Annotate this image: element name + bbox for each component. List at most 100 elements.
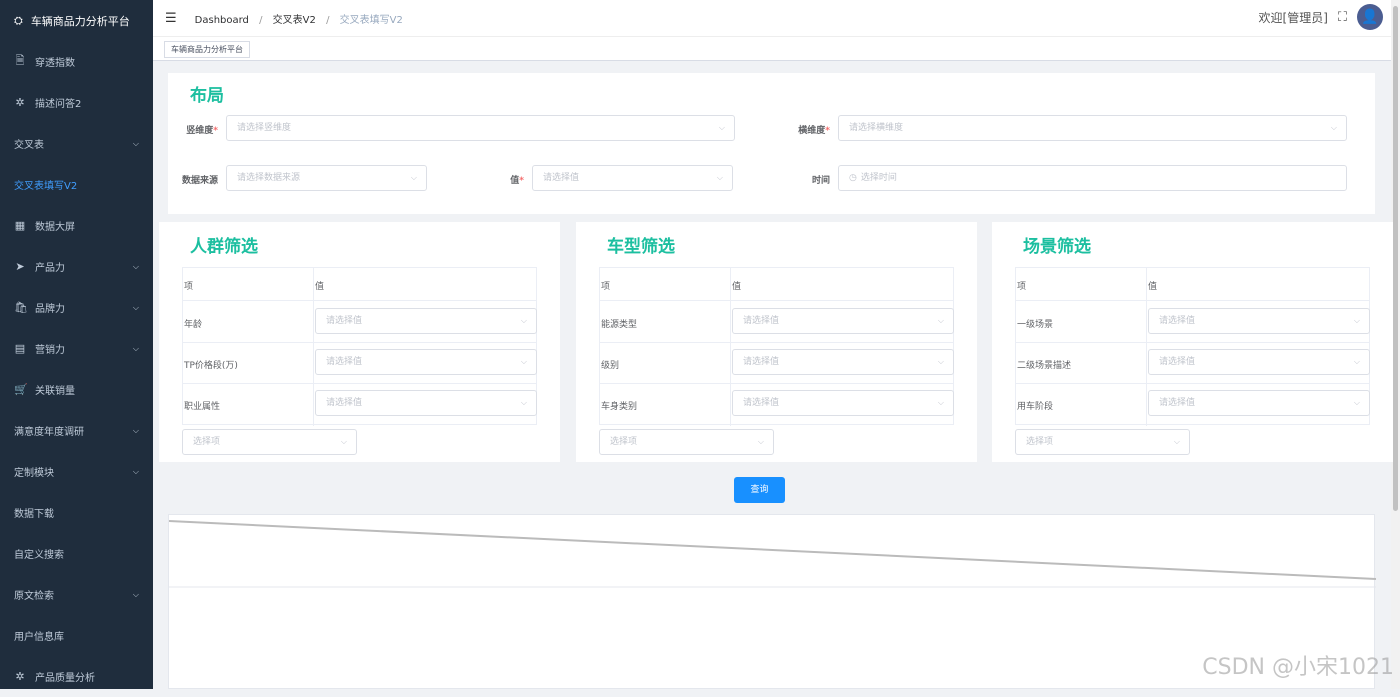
filter-table: 项值年龄请选择值⌵TP价格段(万)请选择值⌵职业属性请选择值⌵	[182, 267, 537, 425]
avatar[interactable]: 👤	[1357, 4, 1383, 30]
chevron-down-icon: ⌵	[521, 350, 527, 374]
filter-value-select[interactable]: 请选择值⌵	[1148, 308, 1370, 334]
chevron-down-icon: ⌵	[1354, 391, 1360, 415]
filter-value-select[interactable]: 请选择值⌵	[1148, 349, 1370, 375]
sidebar-item-0[interactable]: 🗎穿透指数	[0, 41, 153, 82]
sidebar-item-label: 数据大屏	[35, 218, 75, 233]
sidebar-item-label: 产品质量分析	[35, 669, 95, 684]
filter-value-select[interactable]: 请选择值⌵	[315, 349, 537, 375]
sidebar-item-label: 产品力	[35, 259, 65, 274]
breadcrumb: Dashboard / 交叉表V2 / 交叉表填写V2	[195, 11, 403, 26]
sidebar-item-5[interactable]: ➤产品力⌵	[0, 246, 153, 287]
add-item-select[interactable]: 选择项⌵	[1015, 429, 1190, 455]
layout-card: 布局 竖维度* 请选择竖维度⌵ 横维度* 请选择横维度⌵ 数据来源 请选择数据来…	[168, 73, 1375, 214]
sidebar-item-2[interactable]: 交叉表 ⌵	[0, 123, 153, 164]
filter-value-select[interactable]: 请选择值⌵	[732, 390, 954, 416]
time-picker[interactable]: ◷选择时间	[838, 165, 1347, 191]
sidebar-item-7[interactable]: ▤营销力⌵	[0, 328, 153, 369]
breadcrumb-crosstab[interactable]: 交叉表V2	[273, 15, 316, 26]
chevron-down-icon: ⌵	[758, 430, 764, 454]
clock-icon: ◷	[849, 173, 857, 183]
add-item-select[interactable]: 选择项⌵	[599, 429, 774, 455]
chevron-down-icon: ⌵	[133, 303, 139, 313]
sidebar-item-label: 原文检索	[14, 587, 54, 602]
filter-item-label: TP价格段(万)	[184, 358, 238, 371]
filter-item-label: 二级场景描述	[1017, 358, 1071, 371]
data-source-select[interactable]: 请选择数据来源⌵	[226, 165, 427, 191]
chevron-down-icon: ⌵	[133, 139, 139, 149]
chevron-down-icon: ⌵	[133, 590, 139, 600]
hamburger-icon[interactable]: ☰	[165, 11, 177, 26]
chevron-down-icon: ⌵	[133, 467, 139, 477]
grid-icon: ▦	[14, 219, 26, 232]
sidebar-item-label: 数据下载	[14, 505, 54, 520]
sidebar-item-10[interactable]: 定制模块 ⌵	[0, 451, 153, 492]
sidebar-item-3[interactable]: 交叉表填写V2	[0, 164, 153, 205]
sidebar-item-label: 满意度年度调研	[14, 423, 84, 438]
filter-value-select[interactable]: 请选择值⌵	[315, 390, 537, 416]
source-label: 数据来源	[168, 173, 218, 186]
sidebar-item-13[interactable]: 原文检索 ⌵	[0, 574, 153, 615]
sidebar-item-label: 营销力	[35, 341, 65, 356]
filter-table: 项值一级场景请选择值⌵二级场景描述请选择值⌵用车阶段请选择值⌵	[1015, 267, 1370, 425]
app-logo[interactable]: ⛭ 车辆商品力分析平台	[0, 0, 153, 41]
breadcrumb-current: 交叉表填写V2	[340, 15, 403, 26]
filter-item-label: 级别	[601, 358, 619, 371]
sidebar-item-15[interactable]: ✲产品质量分析	[0, 656, 153, 697]
chevron-down-icon: ⌵	[938, 350, 944, 374]
horizontal-dimension-select[interactable]: 请选择横维度⌵	[838, 115, 1347, 141]
sidebar-item-4[interactable]: ▦ 数据大屏	[0, 205, 153, 246]
filter-value-select[interactable]: 请选择值⌵	[732, 308, 954, 334]
col-item-header: 项	[184, 279, 193, 292]
filter-card-0: 人群筛选项值年龄请选择值⌵TP价格段(万)请选择值⌵职业属性请选择值⌵选择项⌵	[159, 222, 560, 462]
sidebar-item-12[interactable]: 自定义搜索	[0, 533, 153, 574]
sidebar-item-label: 自定义搜索	[14, 546, 64, 561]
filter-title: 场景筛选	[1023, 232, 1091, 257]
sidebar-item-label: 定制模块	[14, 464, 54, 479]
value-label: 值*	[468, 173, 524, 186]
sidebar-item-1[interactable]: ✲ 描述问答2	[0, 82, 153, 123]
filter-card-1: 车型筛选项值能源类型请选择值⌵级别请选择值⌵车身类别请选择值⌵选择项⌵	[576, 222, 977, 462]
chevron-down-icon: ⌵	[1331, 116, 1337, 140]
sidebar-item-14[interactable]: 用户信息库	[0, 615, 153, 656]
chart-canvas	[169, 515, 1376, 690]
filter-title: 车型筛选	[607, 232, 675, 257]
sidebar-item-11[interactable]: 数据下载	[0, 492, 153, 533]
sidebar-item-6[interactable]: 🛍品牌力⌵	[0, 287, 153, 328]
chevron-down-icon: ⌵	[717, 166, 723, 190]
tag-active[interactable]: 车辆商品力分析平台	[164, 41, 250, 58]
horizontal-label: 横维度*	[778, 123, 830, 136]
chevron-down-icon: ⌵	[133, 426, 139, 436]
chevron-down-icon: ⌵	[133, 344, 139, 354]
tags-view: 车辆商品力分析平台	[153, 37, 1391, 61]
layout-title: 布局	[190, 81, 224, 106]
sidebar-item-label: 品牌力	[35, 300, 65, 315]
app-title: 车辆商品力分析平台	[31, 13, 130, 29]
chevron-down-icon: ⌵	[1174, 430, 1180, 454]
filter-value-select[interactable]: 请选择值⌵	[732, 349, 954, 375]
filter-value-select[interactable]: 请选择值⌵	[315, 308, 537, 334]
sidebar-item-label: 交叉表	[14, 136, 44, 151]
doc-icon: 🗎	[14, 52, 26, 71]
chevron-down-icon: ⌵	[133, 262, 139, 272]
fullscreen-icon[interactable]: ⛶	[1338, 10, 1347, 25]
col-value-header: 值	[315, 279, 324, 292]
chevron-down-icon: ⌵	[521, 309, 527, 333]
chart-line	[169, 521, 1376, 579]
query-button[interactable]: 查询	[734, 477, 785, 503]
filter-value-select[interactable]: 请选择值⌵	[1148, 390, 1370, 416]
watermark: CSDN @小宋1021	[1202, 649, 1394, 681]
vertical-label: 竖维度*	[168, 123, 218, 136]
sidebar-item-8[interactable]: 🛒关联销量	[0, 369, 153, 410]
chevron-down-icon: ⌵	[341, 430, 347, 454]
add-item-select[interactable]: 选择项⌵	[182, 429, 357, 455]
value-select[interactable]: 请选择值⌵	[532, 165, 733, 191]
sparkle-icon: ✲	[14, 96, 26, 109]
sidebar-item-9[interactable]: 满意度年度调研 ⌵	[0, 410, 153, 451]
chevron-down-icon: ⌵	[1354, 350, 1360, 374]
col-item-header: 项	[1017, 279, 1026, 292]
breadcrumb-dashboard[interactable]: Dashboard	[195, 15, 249, 26]
sidebar-item-label: 描述问答2	[35, 95, 81, 110]
vertical-dimension-select[interactable]: 请选择竖维度⌵	[226, 115, 735, 141]
top-navbar: ☰ Dashboard / 交叉表V2 / 交叉表填写V2 欢迎[管理员] ⛶ …	[153, 0, 1391, 37]
